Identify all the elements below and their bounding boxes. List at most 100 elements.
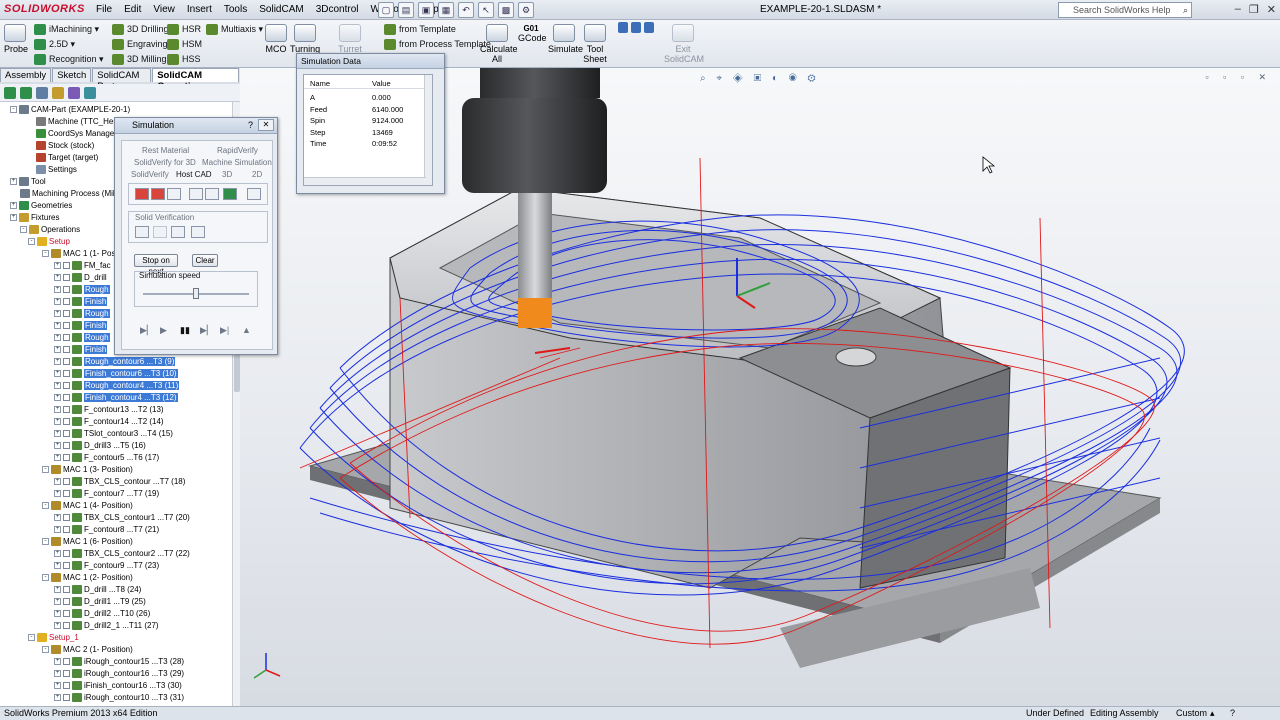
verify-option-icon[interactable] [191,226,205,238]
tree-item[interactable]: + D_drill1 ...T9 (25) [54,596,146,608]
expand-icon[interactable]: + [54,430,61,438]
tree-item[interactable]: - MAC 1 (6- Position) [42,536,133,548]
exit-simulation-icon[interactable]: ▲ [242,325,251,335]
tree-item[interactable]: Machining Process (Mill_T [20,188,126,200]
engraving-button[interactable]: Engraving [112,39,168,51]
expand-icon[interactable]: + [54,598,61,606]
tab-machine-simulation[interactable]: Machine Simulation [202,158,272,167]
tree-item[interactable]: + TBX_CLS_contour2 ...T7 (22) [54,548,190,560]
verify-option-icon[interactable] [171,226,185,238]
expand-icon[interactable]: + [10,214,17,222]
hss-button[interactable]: HSS [167,54,201,66]
tree-item[interactable]: + Fixtures [10,212,59,224]
skip-end-icon[interactable]: ▶| [220,325,229,336]
toolpath-display-icon[interactable] [205,188,219,200]
tree-item[interactable]: + F_contour7 ...T7 (19) [54,488,159,500]
select-icon[interactable]: ↖ [478,2,494,18]
tree-item[interactable]: - MAC 1 (4- Position) [42,500,133,512]
suppress-checkbox[interactable] [63,586,70,594]
suppress-checkbox[interactable] [63,550,70,558]
tree-item[interactable]: - Operations [20,224,80,236]
expand-icon[interactable]: + [54,334,61,342]
tab-rest-material[interactable]: Rest Material [142,146,189,155]
turning-button[interactable]: Turning [290,24,320,54]
suppress-checkbox[interactable] [63,658,70,666]
tree-item[interactable]: + Rough_contour4 ...T3 (11) [54,380,180,392]
expand-icon[interactable]: + [54,346,61,354]
print-icon[interactable]: ▦ [438,2,454,18]
tree-item[interactable]: + Finish [54,320,108,332]
view-icon[interactable] [618,22,628,34]
3d-drilling-button[interactable]: 3D Drilling [112,24,169,36]
tree-item[interactable]: + TBX_CLS_contour ...T7 (18) [54,476,185,488]
collapse-icon[interactable]: - [42,646,49,654]
tree-item[interactable]: - MAC 1 (2- Position) [42,572,133,584]
tree-item[interactable]: + TBX_CLS_contour1 ...T7 (20) [54,512,190,524]
suppress-checkbox[interactable] [63,598,70,606]
suppress-checkbox[interactable] [63,298,70,306]
suppress-checkbox[interactable] [63,370,70,378]
tree-item[interactable]: + Rough [54,308,110,320]
tool-sheet-button[interactable]: Tool Sheet [582,24,608,64]
imachining-button[interactable]: iMachining ▾ [34,24,99,36]
multiaxis-button[interactable]: Multiaxis ▾ [206,24,263,36]
menu-3dcontrol[interactable]: 3Dcontrol [310,4,365,15]
suppress-checkbox[interactable] [63,382,70,390]
expand-icon[interactable]: + [54,478,61,486]
display-icon[interactable] [68,87,80,99]
viewport-window-controls[interactable]: ▫ ▫ ▫ ✕ [1205,72,1272,83]
collapse-icon[interactable]: - [28,634,35,642]
save-icon[interactable]: ▣ [418,2,434,18]
open-file-icon[interactable]: ▤ [398,2,414,18]
2-5d-button[interactable]: 2.5D ▾ [34,39,75,51]
tree-item[interactable]: CoordSys Manager [36,128,117,140]
expand-icon[interactable]: + [54,358,61,366]
dimxpert-icon[interactable] [52,87,64,99]
tree-item[interactable]: + F_contour14 ...T2 (14) [54,416,164,428]
minimize-icon[interactable]: – [1235,3,1241,16]
chevron-up-icon[interactable]: ▴ [1210,707,1215,720]
tree-item[interactable]: + F_contour13 ...T2 (13) [54,404,164,416]
close-icon[interactable]: ✕ [1267,3,1276,16]
tree-item[interactable]: + iRough_contour15 ...T3 (28) [54,656,184,668]
tab-sketch[interactable]: Sketch [52,68,92,82]
expand-icon[interactable]: + [54,586,61,594]
tab-solidcam-part[interactable]: SolidCAM Part [92,68,152,92]
tree-item[interactable]: + iFinish_contour16 ...T3 (30) [54,680,182,692]
expand-icon[interactable]: + [54,418,61,426]
tab-solidverify[interactable]: SolidVerify [131,170,169,179]
tab-2d[interactable]: 2D [252,170,262,179]
tree-item[interactable]: + Finish [54,344,108,356]
expand-icon[interactable]: + [54,526,61,534]
tree-item[interactable]: + Tool [10,176,46,188]
menu-tools[interactable]: Tools [218,4,253,15]
suppress-checkbox[interactable] [63,262,70,270]
suppress-checkbox[interactable] [63,442,70,450]
expand-icon[interactable]: + [54,274,61,282]
expand-icon[interactable]: + [54,610,61,618]
calculate-all-button[interactable]: Calculate All [480,24,518,64]
suppress-checkbox[interactable] [63,610,70,618]
tree-item[interactable]: + Finish [54,296,108,308]
suppress-checkbox[interactable] [63,454,70,462]
step-back-icon[interactable]: ▶▏ [140,325,154,336]
tree-item[interactable]: + Rough [54,332,110,344]
hsm-button[interactable]: HSM [167,39,202,51]
tree-item[interactable]: - Setup [28,236,70,248]
suppress-checkbox[interactable] [63,310,70,318]
collapse-icon[interactable]: - [20,226,27,234]
gcode-button[interactable]: G01 GCode [518,24,547,43]
collapse-icon[interactable]: - [42,250,49,258]
suppress-checkbox[interactable] [63,670,70,678]
tree-item[interactable]: Target (target) [36,152,98,164]
heads-up-view-toolbar[interactable]: ⌕ ⌖ ◈ ▣ ◐ ◉ ⚙ [700,73,820,84]
tool-display-icon[interactable] [167,188,181,200]
expand-icon[interactable]: + [54,442,61,450]
column-name-header[interactable]: Name [310,78,330,89]
expand-icon[interactable]: + [54,682,61,690]
tree-item[interactable]: + D_drill2 ...T10 (26) [54,608,150,620]
verify-icon[interactable] [135,226,149,238]
suppress-checkbox[interactable] [63,694,70,702]
menu-edit[interactable]: Edit [118,4,147,15]
suppress-checkbox[interactable] [63,562,70,570]
